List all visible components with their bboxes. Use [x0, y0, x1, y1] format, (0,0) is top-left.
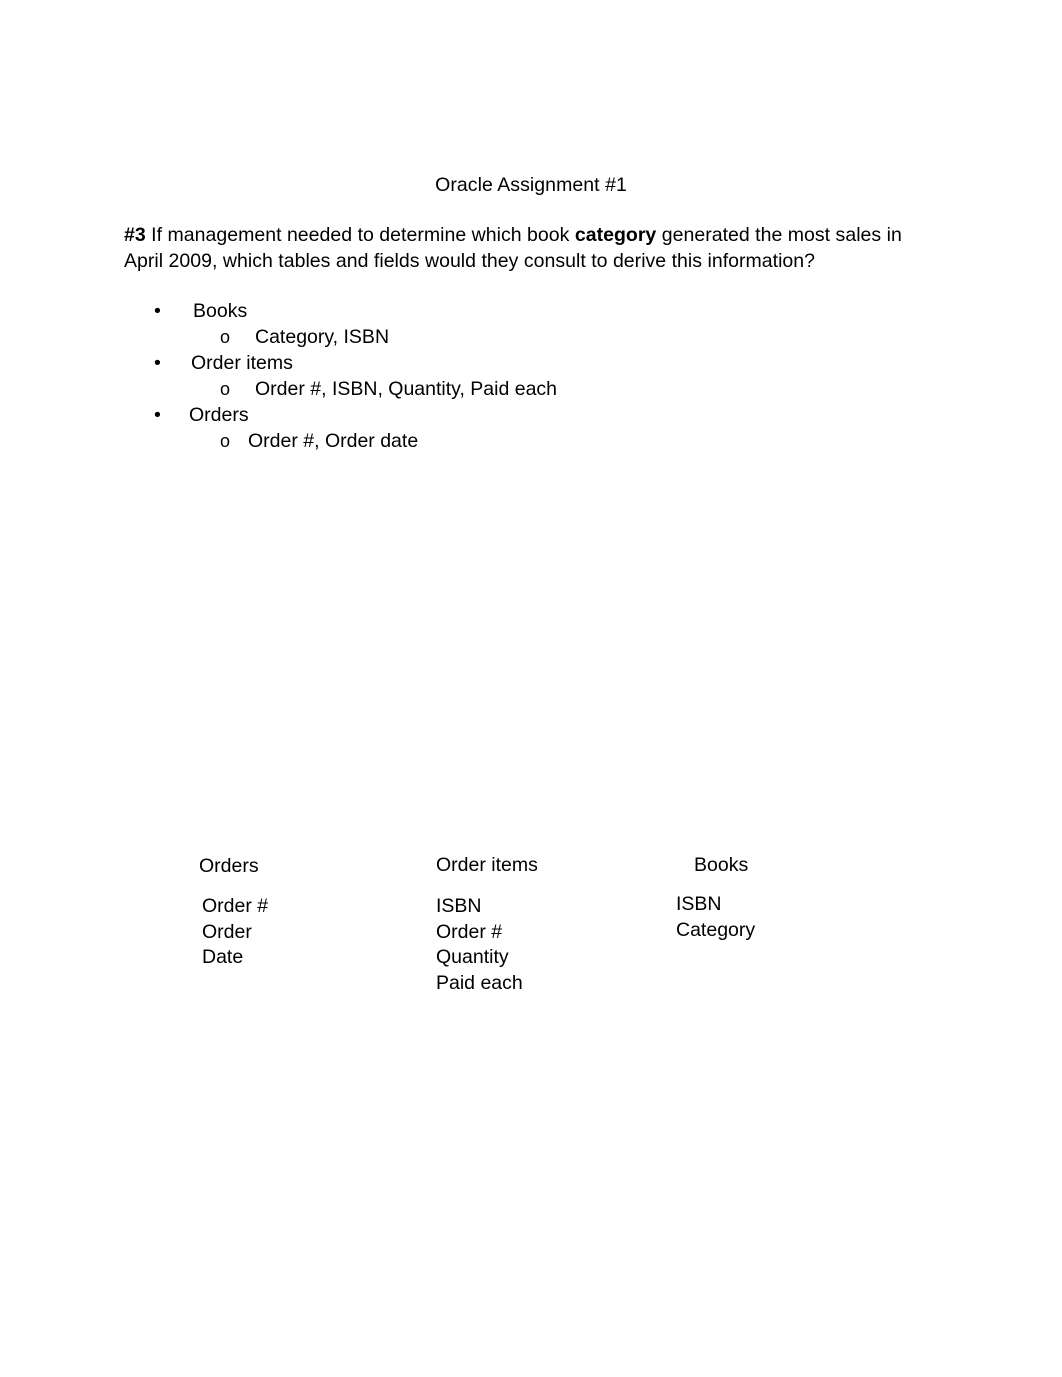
question-paragraph: #3 If management needed to determine whi…: [124, 222, 936, 274]
bullet-dot-icon: •: [154, 300, 161, 322]
table-field-list: ISBN Order # Quantity Paid each: [436, 894, 523, 996]
document-page: Oracle Assignment #1 #3 If management ne…: [0, 0, 1062, 1377]
list-item-label: Order items: [191, 352, 293, 374]
list-item: o Category, ISBN: [124, 324, 924, 350]
question-number: #3: [124, 224, 146, 246]
list-item-label: Orders: [189, 404, 249, 426]
table-name-heading: Books: [694, 854, 749, 876]
list-item: o Order #, Order date: [124, 428, 924, 454]
list-item: • Order items: [124, 350, 924, 376]
page-title: Oracle Assignment #1: [435, 174, 627, 196]
table-field: ISBN: [436, 895, 482, 917]
list-item: o Order #, ISBN, Quantity, Paid each: [124, 376, 924, 402]
sub-list-item-label: Category, ISBN: [255, 326, 390, 348]
sub-list-item-label: Order #, ISBN, Quantity, Paid each: [255, 378, 558, 400]
table-field: Date: [202, 946, 244, 968]
list-item: • Books: [124, 298, 924, 324]
sub-list-item-label: Order #, Order date: [248, 430, 419, 452]
table-field: Quantity: [436, 946, 509, 968]
sub-bullet-circle-icon: o: [220, 379, 231, 399]
sub-bullet-circle-icon: o: [220, 431, 231, 451]
bullet-dot-icon: •: [154, 352, 161, 374]
question-bold-term: category: [574, 224, 657, 246]
list-item: • Orders: [124, 402, 924, 428]
table-field: Category: [676, 918, 756, 941]
answer-bullet-list: • Books o Category, ISBN • Order items o…: [124, 298, 924, 454]
table-field-diagram: Orders Order # Order Date Order items ISBN…: [0, 850, 1062, 1010]
table-field-list: ISBN Category: [676, 892, 755, 943]
table-field: Paid each: [436, 971, 523, 994]
question-text-part-1: If management needed to determine which …: [145, 224, 575, 246]
table-field: Order: [202, 920, 252, 943]
table-field: Order #: [436, 920, 503, 943]
list-item-label: Books: [193, 300, 248, 322]
bullet-dot-icon: •: [154, 404, 161, 426]
table-name-heading: Orders: [199, 855, 259, 877]
table-field-list: Order # Order Date: [202, 894, 268, 971]
table-field: ISBN: [676, 893, 722, 915]
table-field: Order #: [202, 895, 269, 917]
table-name-heading: Order items: [436, 854, 538, 876]
sub-bullet-circle-icon: o: [220, 327, 231, 347]
